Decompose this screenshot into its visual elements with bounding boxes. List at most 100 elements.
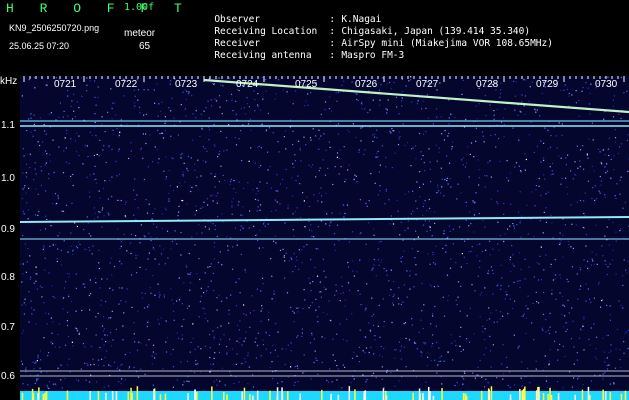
noise-dot <box>64 344 67 346</box>
noise-dot <box>226 236 228 238</box>
noise-dot <box>191 95 193 97</box>
noise-dot <box>148 203 150 205</box>
noise-dot <box>396 199 398 202</box>
noise-dot <box>388 81 391 83</box>
noise-dot <box>237 204 239 206</box>
noise-dot <box>265 348 267 350</box>
noise-dot <box>475 140 477 142</box>
noise-dot <box>576 273 578 275</box>
noise-dot <box>82 283 84 285</box>
noise-dot <box>210 280 212 282</box>
noise-dot <box>254 162 256 164</box>
noise-dot <box>257 190 259 192</box>
noise-dot <box>490 312 492 314</box>
noise-dot <box>50 112 52 114</box>
noise-dot <box>492 293 494 295</box>
noise-dot <box>619 179 621 181</box>
noise-dot <box>335 284 337 286</box>
noise-dot <box>413 286 415 288</box>
noise-dot <box>199 301 201 303</box>
noise-dot <box>43 245 45 247</box>
noise-dot <box>545 254 547 256</box>
noise-dot <box>300 160 302 162</box>
noise-dot <box>105 341 107 343</box>
noise-dot <box>460 266 462 268</box>
noise-dot <box>608 351 610 354</box>
noise-dot <box>606 163 608 165</box>
noise-dot <box>550 135 552 137</box>
noise-dot <box>371 315 373 317</box>
noise-dot <box>395 96 398 98</box>
bottom-spike <box>385 390 387 400</box>
noise-dot <box>22 273 24 275</box>
noise-dot <box>416 207 418 209</box>
noise-dot <box>239 320 241 322</box>
noise-dot <box>135 257 137 259</box>
noise-dot <box>190 272 192 274</box>
noise-dot <box>116 128 118 130</box>
bottom-spike <box>441 388 443 400</box>
noise-dot <box>618 300 620 302</box>
noise-dot <box>524 153 526 155</box>
noise-dot <box>165 176 167 178</box>
noise-dot <box>435 144 437 146</box>
noise-dot <box>441 133 443 135</box>
noise-dot <box>472 200 474 202</box>
noise-dot <box>78 155 80 157</box>
bottom-spike <box>550 394 553 400</box>
noise-dot <box>84 286 86 288</box>
noise-dot <box>220 130 222 132</box>
noise-dot <box>152 351 154 353</box>
noise-dot <box>75 245 78 248</box>
noise-dot <box>572 247 574 249</box>
noise-dot <box>86 362 88 365</box>
noise-dot <box>545 221 547 223</box>
noise-dot <box>386 83 388 85</box>
noise-dot <box>359 329 361 331</box>
noise-dot <box>513 334 515 336</box>
noise-dot <box>167 257 169 259</box>
noise-dot <box>207 204 209 206</box>
noise-dot <box>254 110 256 112</box>
noise-dot <box>493 118 495 121</box>
noise-dot <box>431 343 434 345</box>
noise-dot <box>414 342 416 344</box>
noise-dot <box>477 374 479 376</box>
noise-dot <box>562 304 564 306</box>
noise-dot <box>356 93 358 95</box>
noise-dot <box>409 270 411 272</box>
noise-dot <box>158 263 160 265</box>
noise-dot <box>485 378 487 380</box>
noise-dot <box>195 110 197 112</box>
noise-dot <box>604 235 606 237</box>
noise-dot <box>445 251 447 253</box>
noise-dot <box>153 89 155 91</box>
noise-dot <box>23 155 25 157</box>
noise-dot <box>358 151 360 153</box>
noise-dot <box>337 368 339 370</box>
noise-dot <box>76 328 78 330</box>
noise-dot <box>450 186 452 188</box>
noise-dot <box>133 366 135 369</box>
noise-dot <box>72 253 74 255</box>
noise-dot <box>136 349 139 351</box>
noise-dot <box>415 157 417 160</box>
noise-dot <box>286 91 288 93</box>
noise-dot <box>339 149 341 151</box>
noise-dot <box>157 319 159 321</box>
noise-dot <box>411 148 413 150</box>
x-tick-label: 0723 <box>175 79 198 90</box>
noise-dot <box>57 248 59 250</box>
noise-dot <box>336 100 338 102</box>
noise-dot <box>29 167 31 169</box>
noise-dot <box>518 211 520 213</box>
noise-dot <box>292 103 294 105</box>
noise-dot <box>579 149 582 151</box>
noise-dot <box>143 114 145 116</box>
noise-dot <box>306 196 308 198</box>
noise-dot <box>227 245 229 247</box>
noise-dot <box>293 312 295 314</box>
noise-dot <box>500 288 502 290</box>
noise-dot <box>75 151 78 153</box>
noise-dot <box>120 364 122 366</box>
